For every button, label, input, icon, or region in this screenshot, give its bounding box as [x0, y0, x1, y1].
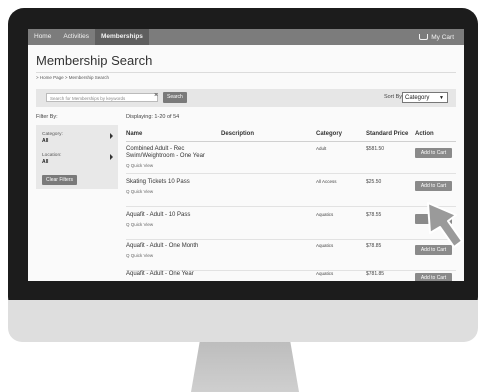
membership-name[interactable]: Aquafit - Adult - One Month [126, 243, 226, 250]
add-to-cart-button[interactable]: Add to Cart [415, 148, 452, 158]
results-summary: Displaying: 1-20 of 54 [126, 114, 180, 120]
col-name: Name [126, 131, 143, 137]
membership-category: Aquatics [316, 271, 334, 276]
membership-price: $25.50 [366, 179, 382, 185]
search-bar: Search for Memberships by keywords × Sea… [36, 89, 456, 107]
col-action: Action [415, 131, 434, 137]
nav-home[interactable]: Home [28, 29, 57, 45]
cart-link[interactable]: My Cart [419, 34, 464, 41]
quick-view-link[interactable]: Q Quick View [126, 162, 226, 169]
membership-price: $581.50 [366, 146, 385, 152]
quick-view-link[interactable]: Q Quick View [126, 252, 226, 259]
col-description: Description [221, 131, 255, 137]
membership-name[interactable]: Skating Tickets 10 Pass [126, 179, 226, 186]
table-row: Combined Adult - Rec Swim/Weightroom - O… [126, 143, 456, 174]
top-nav: Home Activities Memberships My Cart [28, 29, 464, 45]
table-row: Aquafit - Adult - 10 Pass Q Quick View A… [126, 209, 456, 240]
col-category: Category [316, 131, 343, 137]
quick-view-link[interactable]: Q Quick View [126, 188, 226, 195]
membership-name[interactable]: Combined Adult - Rec Swim/Weightroom - O… [126, 146, 226, 160]
membership-category: All Access [316, 179, 337, 184]
add-to-cart-button[interactable]: Add to Cart [415, 181, 452, 191]
chevron-down-icon: ▼ [439, 95, 444, 101]
table-row: Aquafit - Adult - One Year Aquatics $781… [126, 268, 456, 281]
sort-select[interactable]: Category ▼ [402, 92, 448, 103]
clear-filters-button[interactable]: Clear Filters [42, 175, 77, 185]
screen: Home Activities Memberships My Cart Memb… [28, 29, 464, 281]
page-title: Membership Search [36, 53, 153, 68]
membership-name[interactable]: Aquafit - Adult - 10 Pass [126, 212, 226, 219]
membership-price: $781.85 [366, 271, 385, 277]
category-expand-icon[interactable] [110, 133, 113, 139]
add-to-cart-button[interactable]: Add to Cart [415, 273, 452, 281]
table-row: Skating Tickets 10 Pass Q Quick View All… [126, 176, 456, 207]
location-expand-icon[interactable] [110, 154, 113, 160]
nav-activities[interactable]: Activities [57, 29, 95, 45]
quick-view-link[interactable]: Q Quick View [126, 221, 226, 228]
cart-icon [419, 34, 429, 40]
monitor-stand [191, 342, 299, 392]
category-filter-value: All [42, 138, 49, 144]
cart-label: My Cart [431, 33, 454, 41]
title-divider [36, 72, 456, 73]
cursor-pointer-icon [427, 202, 463, 248]
table-row: Aquafit - Adult - One Month Q Quick View… [126, 240, 456, 271]
results-table-header: Name Description Category Standard Price… [126, 129, 456, 142]
membership-name[interactable]: Aquafit - Adult - One Year [126, 271, 226, 278]
search-input[interactable]: Search for Memberships by keywords [46, 93, 158, 102]
filter-panel: Category: All Location: All Clear Filter… [36, 125, 118, 189]
breadcrumb: > Home Page > Membership Search [36, 75, 110, 80]
sort-label: Sort By [383, 94, 402, 100]
nav-memberships[interactable]: Memberships [95, 29, 149, 45]
location-filter-label[interactable]: Location: [42, 153, 61, 158]
clear-search-icon[interactable]: × [154, 92, 158, 99]
membership-category: Aquatics [316, 212, 334, 217]
membership-price: $78.55 [366, 212, 382, 218]
membership-price: $78.85 [366, 243, 382, 249]
monitor-chin [8, 300, 478, 342]
filter-heading: Filter By: [36, 114, 58, 120]
location-filter-value: All [42, 159, 49, 165]
search-button[interactable]: Search [163, 92, 187, 103]
membership-category: Aquatics [316, 243, 334, 248]
sort-value: Category [405, 95, 430, 101]
membership-category: Adult [316, 146, 327, 151]
col-price: Standard Price [366, 131, 409, 137]
category-filter-label[interactable]: Category: [42, 132, 63, 137]
